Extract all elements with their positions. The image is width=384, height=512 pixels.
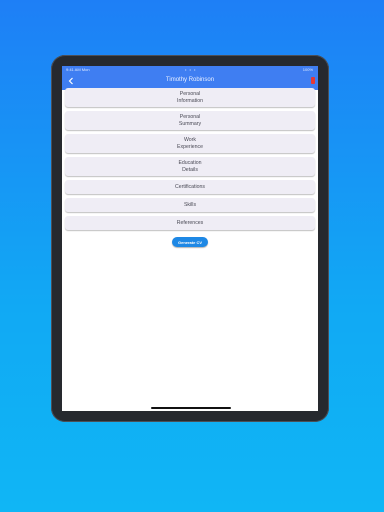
page-title: Timothy Robinson (165, 77, 215, 83)
delete-icon[interactable] (311, 77, 315, 84)
section-certifications[interactable]: Certifications (65, 180, 315, 194)
home-indicator (151, 407, 231, 409)
app-screen: 9:41 AM Mon • • • 100% Timothy Robinson … (62, 66, 318, 411)
section-work-experience[interactable]: Work Experience (65, 134, 315, 153)
section-personal-summary[interactable]: Personal Summary (65, 111, 315, 130)
generate-cv-button[interactable]: Generate CV (172, 237, 208, 247)
cv-section-list: Personal Information Personal Summary Wo… (65, 88, 315, 234)
status-bar: 9:41 AM Mon • • • 100% (62, 66, 318, 73)
status-time: 9:41 AM Mon (66, 67, 90, 72)
section-references[interactable]: References (65, 216, 315, 230)
status-dots: • • • (185, 67, 197, 72)
section-skills[interactable]: Skills (65, 198, 315, 212)
battery-status: 100% (302, 67, 313, 72)
section-personal-information[interactable]: Personal Information (65, 88, 315, 107)
section-education-details[interactable]: Education Details (65, 157, 315, 176)
